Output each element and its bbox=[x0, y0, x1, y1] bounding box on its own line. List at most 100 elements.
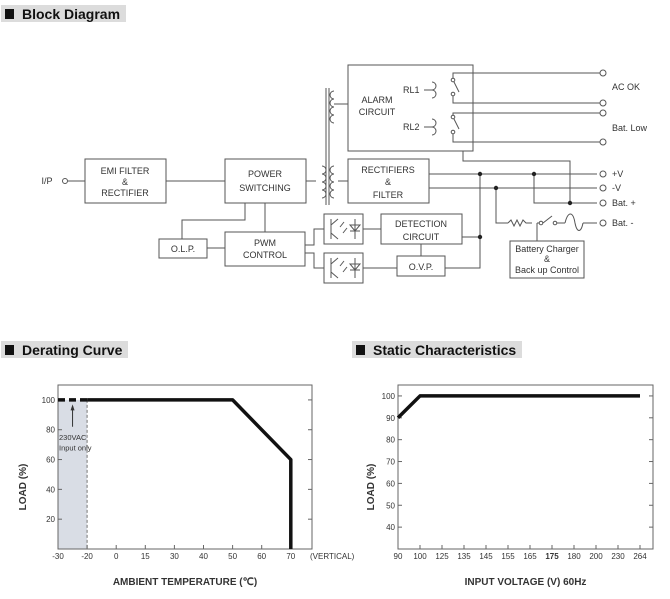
x-tick-label: -20 bbox=[81, 552, 93, 561]
ac-ok-terminal-2 bbox=[599, 99, 607, 107]
output-bat-plus-label: Bat. + bbox=[612, 198, 636, 208]
x-tick-label: 264 bbox=[633, 552, 647, 561]
x-tick-label: 60 bbox=[257, 552, 266, 561]
charger-label-1: Battery Charger bbox=[515, 244, 579, 254]
junction-dot bbox=[493, 185, 499, 191]
switch-icon bbox=[542, 215, 553, 224]
fuse-icon bbox=[564, 213, 584, 231]
output-ac-ok-label: AC OK bbox=[612, 82, 640, 92]
transformer-aux-icon bbox=[329, 90, 335, 124]
x-tick-label: 175 bbox=[545, 552, 559, 561]
power-switching-label-2: SWITCHING bbox=[239, 183, 291, 193]
output-bat-minus-label: Bat. - bbox=[612, 218, 634, 228]
shaded-region bbox=[58, 399, 88, 549]
charger-label-2: & bbox=[544, 254, 550, 264]
alarm-circuit-label-2: CIRCUIT bbox=[359, 107, 396, 117]
bat-low-terminal-2 bbox=[599, 138, 607, 146]
alarm-circuit-label-1: ALARM bbox=[361, 95, 392, 105]
block-diagram: I/P EMI FILTER & RECTIFIER POWER SWITCHI… bbox=[41, 64, 648, 284]
annotation-arrowhead-icon bbox=[70, 404, 75, 411]
derating-curve-title: Derating Curve bbox=[1, 341, 129, 358]
x-tick-label: 165 bbox=[523, 552, 537, 561]
power-switching-label-1: POWER bbox=[248, 169, 283, 179]
ovp-label: O.V.P. bbox=[409, 262, 434, 272]
y-tick-label: 100 bbox=[382, 392, 396, 401]
x-extra-label: (VERTICAL) bbox=[310, 552, 355, 561]
plot-frame bbox=[397, 384, 654, 550]
y-tick-label: 50 bbox=[386, 501, 395, 510]
rectifiers-label-2: & bbox=[385, 177, 391, 187]
x-tick-label: 125 bbox=[435, 552, 449, 561]
y-tick-label: 20 bbox=[46, 515, 55, 524]
static-characteristics-title-text: Static Characteristics bbox=[373, 341, 517, 358]
charger-label-3: Back up Control bbox=[515, 265, 579, 275]
x-tick-label: 180 bbox=[567, 552, 581, 561]
x-tick-label: 135 bbox=[457, 552, 471, 561]
junction-dot bbox=[477, 171, 483, 177]
y-tick-label: 100 bbox=[42, 396, 56, 405]
input-terminal bbox=[62, 178, 68, 184]
minus-v-terminal bbox=[599, 184, 607, 192]
y-tick-label: 80 bbox=[46, 426, 55, 435]
y-axis-title: LOAD (%) bbox=[18, 464, 29, 511]
series-line bbox=[396, 394, 640, 420]
x-tick-label: 30 bbox=[170, 552, 179, 561]
emi-filter-label-2: & bbox=[122, 177, 128, 187]
x-tick-label: 100 bbox=[413, 552, 427, 561]
optocoupler-icon bbox=[330, 257, 362, 279]
annotation-line-2: Input only bbox=[59, 444, 92, 453]
bat-minus-terminal bbox=[599, 219, 607, 227]
y-tick-label: 40 bbox=[46, 485, 55, 494]
x-tick-label: 155 bbox=[501, 552, 515, 561]
relay1-label: RL1 bbox=[403, 85, 420, 95]
optocoupler-icon bbox=[330, 218, 362, 240]
transformer-secondary-icon bbox=[329, 165, 335, 199]
bat-plus-terminal bbox=[599, 199, 607, 207]
derating-curve-title-text: Derating Curve bbox=[22, 341, 123, 358]
y-tick-label: 90 bbox=[386, 414, 395, 423]
resistor-icon bbox=[507, 218, 532, 228]
emi-filter-label-3: RECTIFIER bbox=[101, 188, 149, 198]
junction-dot bbox=[477, 234, 483, 240]
emi-filter-label-1: EMI FILTER bbox=[101, 166, 150, 176]
static-characteristics-title: Static Characteristics bbox=[352, 341, 523, 358]
junction-dot bbox=[531, 171, 537, 177]
x-tick-label: 200 bbox=[589, 552, 603, 561]
y-tick-label: 80 bbox=[386, 436, 395, 445]
ac-ok-terminal-1 bbox=[599, 69, 607, 77]
x-tick-label: 90 bbox=[394, 552, 403, 561]
detection-label-1: DETECTION bbox=[395, 219, 447, 229]
relay2-label: RL2 bbox=[403, 122, 420, 132]
x-tick-label: 15 bbox=[141, 552, 150, 561]
output-minus-v-label: -V bbox=[612, 183, 621, 193]
bat-low-terminal-1 bbox=[599, 109, 607, 117]
relay1-coil-icon bbox=[431, 81, 437, 99]
x-tick-label: 50 bbox=[228, 552, 237, 561]
annotation-line-1: 230VAC bbox=[59, 433, 87, 442]
y-tick-label: 60 bbox=[46, 456, 55, 465]
detection-label-2: CIRCUIT bbox=[403, 232, 440, 242]
relay2-coil-icon bbox=[431, 118, 437, 136]
transformer-primary-icon bbox=[321, 165, 327, 199]
y-tick-label: 70 bbox=[386, 458, 395, 467]
output-bat-low-label: Bat. Low bbox=[612, 123, 648, 133]
x-axis-title: AMBIENT TEMPERATURE (℃) bbox=[113, 577, 257, 588]
y-axis-title: LOAD (%) bbox=[366, 464, 377, 511]
rectifiers-label-3: FILTER bbox=[373, 190, 404, 200]
title-square-icon bbox=[356, 344, 365, 355]
rectifiers-label-1: RECTIFIERS bbox=[361, 165, 415, 175]
input-label: I/P bbox=[41, 176, 52, 186]
x-tick-label: -30 bbox=[52, 552, 64, 561]
pwm-label-1: PWM bbox=[254, 238, 276, 248]
x-tick-label: 145 bbox=[479, 552, 493, 561]
junction-dot bbox=[567, 200, 573, 206]
y-tick-label: 60 bbox=[386, 479, 395, 488]
plus-v-terminal bbox=[599, 170, 607, 178]
title-square-icon bbox=[5, 344, 14, 355]
plot-frame bbox=[57, 384, 313, 550]
olp-label: O.L.P. bbox=[171, 244, 195, 254]
pwm-label-2: CONTROL bbox=[243, 250, 287, 260]
power-switching-block bbox=[224, 158, 307, 204]
x-tick-label: 230 bbox=[611, 552, 625, 561]
x-tick-label: 0 bbox=[114, 552, 119, 561]
